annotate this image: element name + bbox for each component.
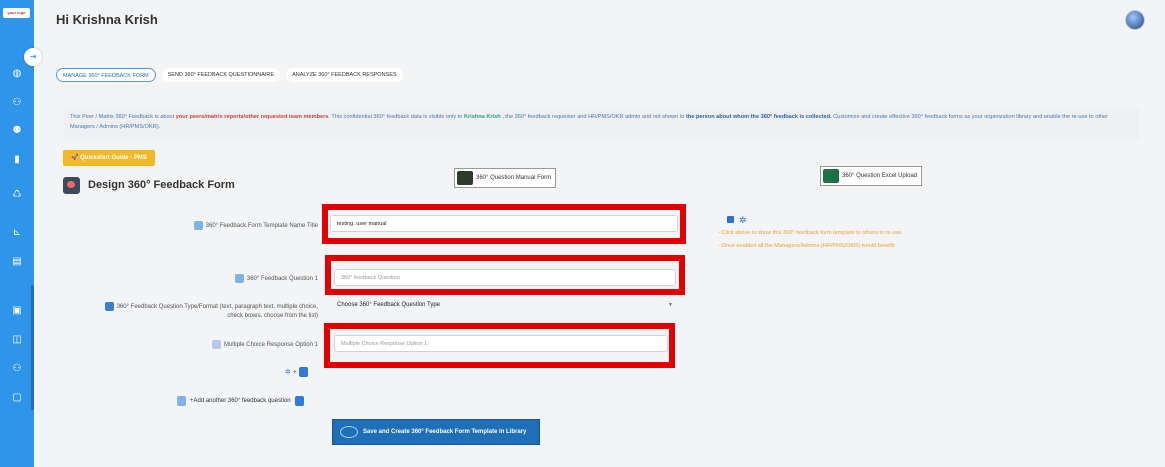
template-name-label-text: 360° Feedback Form Template Name Title [205, 223, 318, 230]
calendar-icon[interactable]: ▣ [9, 303, 25, 319]
question-type-label-line2: check boxes, choose from the list) [227, 313, 318, 320]
team-icon[interactable]: ⚇ [9, 95, 25, 111]
tab-send-questionnaire[interactable]: SEND 360° FEEDBACK QUESTIONNAIRE [161, 68, 281, 82]
question-icon [234, 274, 244, 283]
survey-icon[interactable]: ▢ [9, 390, 25, 406]
globe-icon[interactable]: ◍ [9, 66, 25, 82]
save-template-label: Save and Create 360° Feedback Form Templ… [363, 429, 527, 435]
group-icon[interactable]: ⚇ [9, 361, 25, 377]
question-type-select[interactable]: Choose 360° Feedback Question Type [337, 302, 440, 308]
save-template-button[interactable]: Save and Create 360° Feedback Form Templ… [332, 419, 540, 445]
tab-bar: MANAGE 360° FEEDBACK FORM SEND 360° FEED… [56, 68, 403, 82]
excel-upload-button[interactable]: 360° Question Excel Upload [820, 166, 923, 186]
quickstart-guide-button[interactable]: 🚀 Quickstart Guide - PMS [63, 150, 155, 166]
report-icon[interactable]: ▤ [9, 254, 25, 270]
avatar[interactable] [1125, 10, 1145, 30]
mc-option-label-text: Multiple Choice Response Option 1 [223, 342, 318, 349]
hierarchy-icon[interactable]: ⊾ [9, 225, 25, 241]
highlight-box [322, 204, 686, 244]
template-icon [193, 221, 203, 230]
info-text: This Peer / Matrix 360° Feedback is abou… [70, 114, 176, 120]
share-checkbox[interactable] [727, 216, 734, 223]
company-logo: your logo [3, 8, 30, 18]
info-highlight-subject: the person about whom the 360° feedback … [686, 114, 832, 120]
tab-analyze-responses[interactable]: ANALYZE 360° FEEDBACK RESPONSES [286, 68, 403, 82]
question-label-text: 360° Feedback Question 1 [246, 276, 318, 283]
share-note-2: - Once enabled all the Managers/Admins (… [718, 243, 895, 249]
info-highlight-user: Krishna Krish [463, 114, 501, 120]
add-question-link[interactable]: +Add another 360° feedback question [190, 398, 291, 404]
excel-upload-label: 360° Question Excel Upload [842, 173, 918, 179]
excel-icon [823, 169, 839, 183]
book-icon[interactable]: ▮ [9, 152, 25, 168]
org-icon[interactable]: ⚉ [9, 123, 25, 139]
add-question-row[interactable]: +Add another 360° feedback question [177, 396, 304, 406]
question-add-icon [177, 396, 186, 406]
book-open-icon[interactable]: ◫ [9, 332, 25, 348]
question-type-label: 360° Feedback Question Type/Format (text… [104, 302, 318, 321]
info-text: . This confidential 360° feedback data i… [328, 114, 464, 120]
option-network-icon[interactable]: ✲ [285, 368, 291, 376]
add-option-controls: ✲ + [285, 367, 308, 377]
feedback-form-icon [63, 177, 80, 194]
manual-form-button[interactable]: 360° Question Manual Form [454, 168, 557, 188]
sidebar: your logo ◍ ⚇ ⚉ ▮ ♺ ⊾ ▤ ▣ ◫ ⚇ ▢ [0, 0, 40, 467]
feedback-icon[interactable]: ♺ [9, 187, 25, 203]
main-panel: Hi Krishna Krish MANAGE 360° FEEDBACK FO… [34, 0, 1165, 467]
info-highlight-peers: your peers/matrix reports/other requeste… [175, 114, 329, 120]
info-text: , the 360° feedback requester and HR/PMS… [500, 114, 687, 120]
question-type-label-line1: 360° Feedback Question Type/Format (text… [116, 304, 318, 311]
tab-manage-feedback-form[interactable]: MANAGE 360° FEEDBACK FORM [56, 68, 156, 82]
add-question-icon[interactable] [294, 396, 304, 406]
list-icon [104, 302, 114, 311]
plus-sign: + [292, 368, 297, 376]
mc-option-label: Multiple Choice Response Option 1 [211, 340, 318, 349]
share-network-icon: ✲ [739, 215, 747, 225]
manual-form-label: 360° Question Manual Form [476, 175, 552, 181]
page-title: Hi Krishna Krish [56, 12, 158, 27]
template-name-label: 360° Feedback Form Template Name Title [193, 221, 318, 230]
mc-option-icon [211, 340, 221, 349]
manual-form-icon [457, 171, 473, 185]
quickstart-label: Quickstart Guide - PMS [80, 155, 147, 161]
highlight-box [324, 323, 675, 368]
add-option-icon[interactable] [298, 367, 308, 377]
chevron-down-icon[interactable]: ▼ [668, 302, 673, 308]
save-logo-icon [340, 426, 358, 438]
question-label: 360° Feedback Question 1 [234, 274, 318, 283]
share-note-1: - Click above to show this 360° feedback… [718, 230, 902, 236]
highlight-box [325, 255, 685, 295]
collapse-arrow-icon[interactable]: ⇥ [24, 48, 42, 66]
form-title: Design 360° Feedback Form [88, 179, 235, 191]
info-banner: This Peer / Matrix 360° Feedback is abou… [64, 107, 1139, 139]
